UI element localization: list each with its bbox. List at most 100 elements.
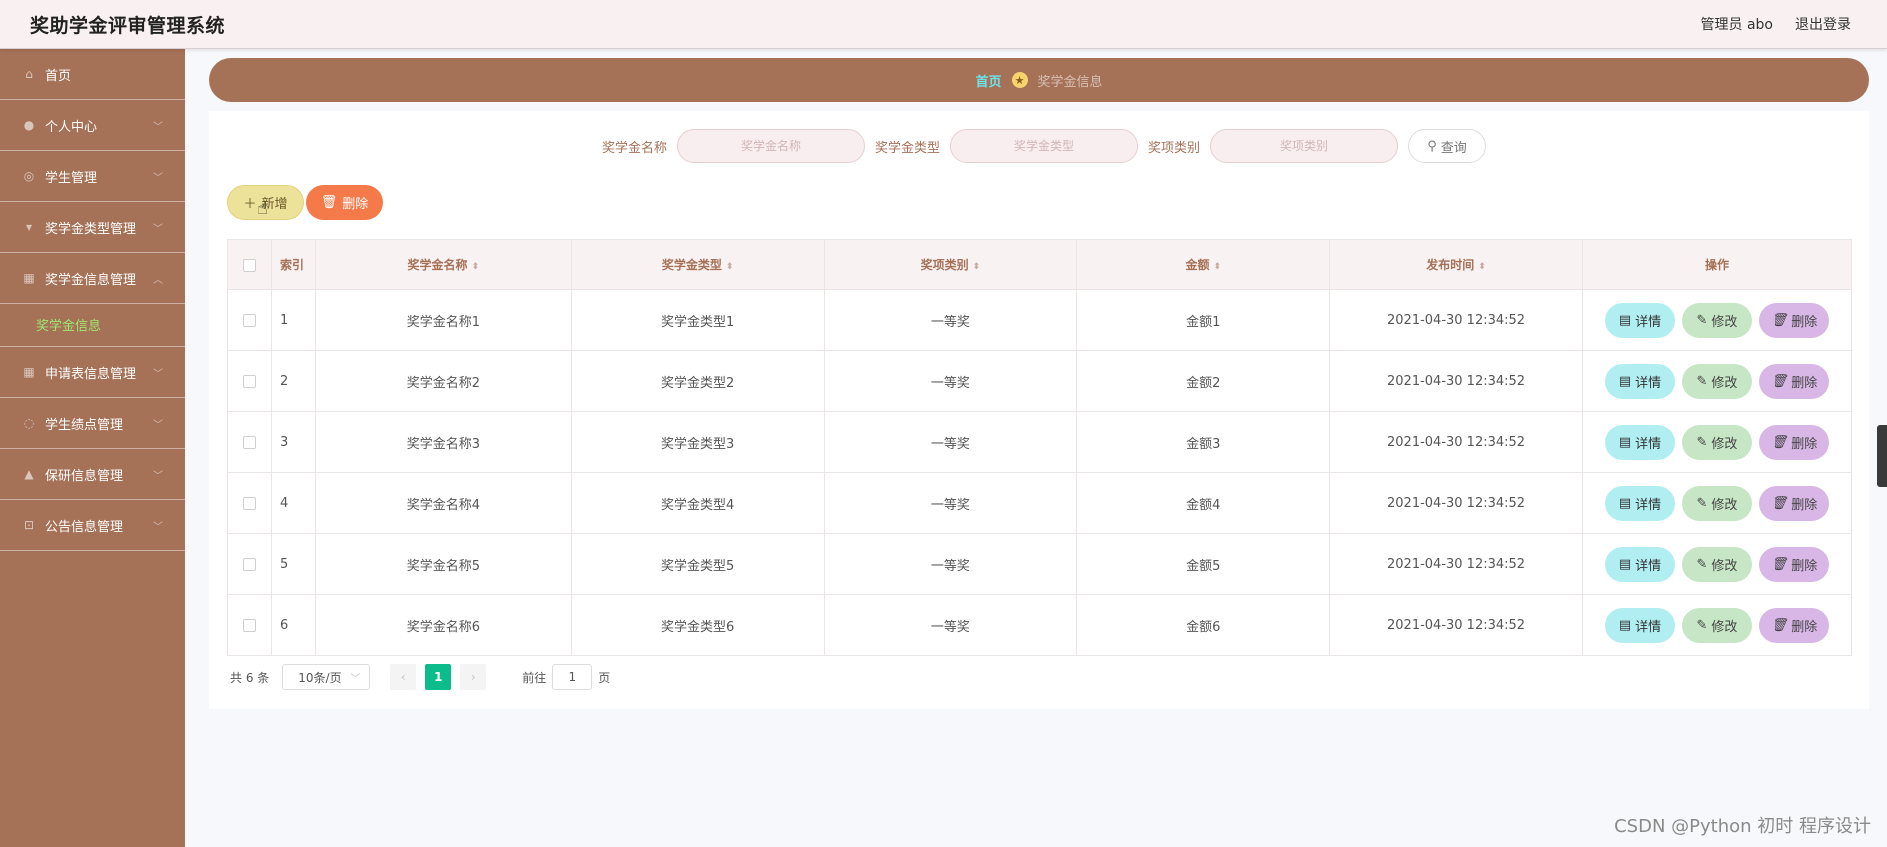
select-all-checkbox[interactable] bbox=[242, 258, 256, 272]
edit-button[interactable]: ✎ 修改 bbox=[1681, 363, 1752, 399]
sidebar-item-label: 个人中心 bbox=[45, 119, 98, 135]
chevron-down-icon: ﹀ bbox=[153, 470, 163, 482]
sort-icon[interactable]: ⬍ bbox=[973, 262, 981, 272]
batch-delete-button[interactable]: 🗑 删除 bbox=[306, 185, 383, 220]
user-icon: ● bbox=[23, 118, 35, 132]
delete-label: 删除 bbox=[1791, 375, 1818, 391]
next-page-button[interactable]: › bbox=[460, 664, 487, 690]
sidebar-item-gpa[interactable]: ◌ 学生绩点管理 ﹀ bbox=[0, 398, 185, 449]
chevron-down-icon: ﹀ bbox=[153, 223, 163, 235]
edit-button[interactable]: ✎ 修改 bbox=[1681, 546, 1752, 582]
row-checkbox[interactable] bbox=[242, 435, 256, 449]
edit-button[interactable]: ✎ 修改 bbox=[1681, 485, 1752, 521]
edit-button[interactable]: ✎ 修改 bbox=[1681, 424, 1752, 460]
delete-button[interactable]: 🗑 删除 bbox=[1758, 424, 1829, 460]
goto-page-input[interactable] bbox=[552, 664, 593, 690]
cell-amount: 金额4 bbox=[1076, 472, 1331, 534]
cell-name: 奖学金名称3 bbox=[314, 411, 572, 473]
chevron-down-icon: ﹀ bbox=[153, 121, 163, 133]
breadcrumb-home[interactable]: 首页 bbox=[975, 71, 1001, 90]
sidebar-item-home[interactable]: ⌂ 首页 bbox=[0, 49, 185, 100]
col-category[interactable]: 奖项类别 ⬍ bbox=[823, 239, 1078, 290]
sidebar-item-label: 奖学金类型管理 bbox=[45, 221, 137, 237]
crop-icon: ⊡ bbox=[23, 518, 35, 532]
col-time[interactable]: 发布时间 ⬍ bbox=[1329, 239, 1583, 290]
query-button-label: 查询 bbox=[1440, 140, 1467, 156]
edit-label: 修改 bbox=[1711, 436, 1738, 452]
cell-category: 一等奖 bbox=[823, 350, 1078, 412]
delete-label: 删除 bbox=[1791, 436, 1818, 452]
breadcrumb-current: 奖学金信息 bbox=[1037, 74, 1103, 90]
sort-icon[interactable]: ⬍ bbox=[726, 262, 734, 272]
cell-amount: 金额6 bbox=[1076, 594, 1331, 656]
sidebar-item-label: 学生绩点管理 bbox=[45, 417, 124, 433]
cell-name: 奖学金名称4 bbox=[314, 472, 572, 534]
edit-label: 修改 bbox=[1711, 619, 1738, 635]
page-size-select[interactable]: 10条/页 ﹀ bbox=[282, 664, 371, 690]
pointer-cursor-icon: ☝ bbox=[257, 198, 268, 219]
cell-amount: 金额3 bbox=[1076, 411, 1331, 473]
edit-button[interactable]: ✎ 修改 bbox=[1681, 607, 1752, 643]
col-type[interactable]: 奖学金类型 ⬍ bbox=[570, 239, 825, 290]
chevron-down-icon: ﹀ bbox=[153, 521, 163, 533]
detail-button[interactable]: ▤ 详情 bbox=[1604, 607, 1675, 643]
detail-button[interactable]: ▤ 详情 bbox=[1604, 424, 1675, 460]
delete-button[interactable]: 🗑 删除 bbox=[1758, 363, 1829, 399]
edit-button[interactable]: ✎ 修改 bbox=[1681, 302, 1752, 338]
cell-time: 2021-04-30 12:34:52 bbox=[1329, 533, 1583, 595]
delete-button[interactable]: 🗑 删除 bbox=[1758, 607, 1829, 643]
cell-category: 一等奖 bbox=[823, 289, 1078, 351]
document-icon: ▤ bbox=[1618, 373, 1632, 389]
search-type-input[interactable] bbox=[950, 129, 1138, 163]
sidebar-item-scholarship-types[interactable]: ▾ 奖学金类型管理 ﹀ bbox=[0, 202, 185, 253]
sidebar-item-postgrad[interactable]: ▲ 保研信息管理 ﹀ bbox=[0, 449, 185, 500]
document-icon: ▤ bbox=[1618, 617, 1632, 633]
row-checkbox[interactable] bbox=[242, 313, 256, 327]
trash-icon: 🗑 bbox=[1770, 556, 1788, 572]
chevron-down-icon: ﹀ bbox=[153, 172, 163, 184]
row-checkbox[interactable] bbox=[242, 557, 256, 571]
sidebar-subitem-scholarship-info[interactable]: 奖学金信息 bbox=[0, 303, 185, 347]
sidebar-item-applications[interactable]: ▦ 申请表信息管理 ﹀ bbox=[0, 347, 185, 398]
col-amount[interactable]: 金额 ⬍ bbox=[1076, 239, 1331, 290]
detail-button[interactable]: ▤ 详情 bbox=[1604, 363, 1675, 399]
col-name[interactable]: 奖学金名称 ⬍ bbox=[314, 239, 572, 290]
logout-link[interactable]: 退出登录 bbox=[1795, 14, 1851, 34]
cell-amount: 金额5 bbox=[1076, 533, 1331, 595]
detail-button[interactable]: ▤ 详情 bbox=[1604, 546, 1675, 582]
query-button[interactable]: ⚲ 查询 bbox=[1408, 129, 1487, 163]
cell-type: 奖学金类型2 bbox=[570, 350, 825, 412]
sort-icon[interactable]: ⬍ bbox=[1478, 262, 1486, 272]
sort-icon[interactable]: ⬍ bbox=[472, 262, 480, 272]
delete-button[interactable]: 🗑 删除 bbox=[1758, 485, 1829, 521]
trophy-icon: ▾ bbox=[25, 220, 33, 234]
current-user[interactable]: 管理员 abo bbox=[1701, 14, 1773, 34]
sidebar-item-profile[interactable]: ● 个人中心 ﹀ bbox=[0, 100, 185, 151]
sort-icon[interactable]: ⬍ bbox=[1213, 262, 1221, 272]
search-name-input[interactable] bbox=[676, 129, 865, 163]
page-number-current[interactable]: 1 bbox=[425, 664, 452, 690]
col-index: 索引 bbox=[270, 239, 316, 290]
detail-label: 详情 bbox=[1635, 314, 1662, 330]
cell-time: 2021-04-30 12:34:52 bbox=[1329, 350, 1583, 412]
pencil-icon: ✎ bbox=[1696, 617, 1708, 633]
row-checkbox[interactable] bbox=[242, 496, 256, 510]
cell-index: 6 bbox=[270, 594, 316, 656]
delete-button[interactable]: 🗑 删除 bbox=[1758, 302, 1829, 338]
delete-button[interactable]: 🗑 删除 bbox=[1758, 546, 1829, 582]
detail-button[interactable]: ▤ 详情 bbox=[1604, 485, 1675, 521]
detail-button[interactable]: ▤ 详情 bbox=[1604, 302, 1675, 338]
sidebar-item-scholarship-info[interactable]: ▦ 奖学金信息管理 ︿ bbox=[0, 253, 185, 304]
side-scroll-handle[interactable] bbox=[1877, 425, 1887, 487]
row-checkbox[interactable] bbox=[242, 618, 256, 632]
sidebar-item-students[interactable]: ◎ 学生管理 ﹀ bbox=[0, 151, 185, 202]
grid-icon: ▦ bbox=[23, 271, 35, 285]
search-category-input[interactable] bbox=[1210, 129, 1399, 163]
sidebar-item-announcements[interactable]: ⊡ 公告信息管理 ﹀ bbox=[0, 500, 185, 551]
delete-label: 删除 bbox=[1791, 497, 1818, 513]
row-checkbox[interactable] bbox=[242, 374, 256, 388]
sidebar-item-label: 公告信息管理 bbox=[45, 519, 124, 535]
cell-name: 奖学金名称6 bbox=[314, 594, 572, 656]
prev-page-button[interactable]: ‹ bbox=[390, 664, 417, 690]
delete-label: 删除 bbox=[1791, 314, 1818, 330]
